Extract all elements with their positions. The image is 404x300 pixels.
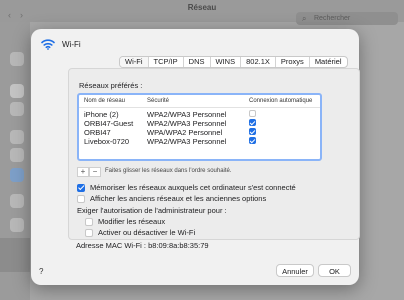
network-name: Livebox-0720: [84, 137, 130, 146]
add-network-button[interactable]: +: [77, 167, 89, 177]
sidebar-icon[interactable]: [10, 218, 24, 232]
remember-networks-label: Mémoriser les réseaux auxquels cet ordin…: [90, 183, 296, 192]
tab-tcpip[interactable]: TCP/IP: [147, 57, 183, 67]
modify-networks-option[interactable]: Modifier les réseaux: [85, 217, 165, 226]
auto-connect-checkbox[interactable]: [249, 119, 256, 126]
remember-networks-option[interactable]: Mémoriser les réseaux auxquels cet ordin…: [77, 183, 296, 192]
preferred-networks-table[interactable]: Nom de réseau Sécurité Connexion automat…: [77, 93, 322, 161]
tab-wins[interactable]: WINS: [209, 57, 241, 67]
modify-networks-label: Modifier les réseaux: [98, 217, 166, 226]
auto-connect-checkbox[interactable]: [249, 137, 256, 144]
background-footer: [0, 238, 30, 272]
mac-address: Adresse MAC Wi-Fi : b8:09:8a:b8:35:79: [76, 241, 209, 250]
search-field[interactable]: ⌕ Rechercher: [296, 12, 398, 25]
wifi-tab-panel: Réseaux préférés : Nom de réseau Sécurit…: [68, 68, 360, 240]
wifi-icon: [41, 39, 55, 50]
sidebar-wifi-icon[interactable]: [10, 84, 24, 98]
admin-authorization-label: Exiger l'autorisation de l'administrateu…: [77, 206, 227, 215]
show-legacy-label: Afficher les anciens réseaux et les anci…: [90, 194, 267, 203]
network-security: WPA2/WPA3 Personnel: [147, 119, 227, 128]
show-legacy-option[interactable]: Afficher les anciens réseaux et les anci…: [77, 194, 266, 203]
sidebar-icon[interactable]: [10, 102, 24, 116]
column-header-security[interactable]: Sécurité: [147, 98, 169, 104]
network-security: WPA2/WPA3 Personnel: [147, 110, 227, 119]
header-divider: [79, 107, 320, 108]
table-row[interactable]: Livebox-0720 WPA2/WPA3 Personnel: [79, 137, 320, 146]
sidebar-icon[interactable]: [10, 52, 24, 66]
column-header-network-name[interactable]: Nom de réseau: [84, 98, 125, 104]
sheet-header: Wi-Fi: [41, 38, 81, 50]
toggle-wifi-label: Activer ou désactiver le Wi-Fi: [98, 228, 196, 237]
auto-connect-checkbox[interactable]: [249, 110, 256, 117]
sheet-title: Wi-Fi: [62, 39, 81, 49]
column-header-auto-connect[interactable]: Connexion automatique: [249, 98, 312, 104]
table-row[interactable]: ORBI47 WPA/WPA2 Personnel: [79, 128, 320, 137]
network-name: ORBI47: [84, 128, 111, 137]
sidebar-icon[interactable]: [10, 130, 24, 144]
remember-networks-checkbox[interactable]: [77, 183, 85, 192]
back-arrow-icon[interactable]: ‹: [8, 10, 11, 20]
network-security: WPA2/WPA3 Personnel: [147, 137, 227, 146]
add-remove-controls: + −: [77, 167, 101, 177]
remove-network-button[interactable]: −: [89, 167, 101, 177]
search-placeholder: Rechercher: [314, 15, 351, 22]
network-security: WPA/WPA2 Personnel: [147, 128, 223, 137]
ok-button[interactable]: OK: [318, 264, 351, 277]
tab-wifi[interactable]: Wi-Fi: [120, 57, 148, 67]
wifi-settings-sheet: Wi-Fi Wi-Fi TCP/IP DNS WINS 802.1X Proxy…: [31, 29, 360, 285]
sidebar-icon[interactable]: [10, 148, 24, 162]
tab-proxys[interactable]: Proxys: [274, 57, 309, 67]
sidebar-bluetooth-icon[interactable]: [10, 168, 24, 182]
preferred-networks-label: Réseaux préférés :: [79, 81, 143, 90]
table-row[interactable]: ORBI47-Guest WPA2/WPA3 Personnel: [79, 119, 320, 128]
background-window-title: Réseau: [187, 3, 217, 12]
auto-connect-checkbox[interactable]: [249, 128, 256, 135]
help-button[interactable]: ?: [39, 267, 43, 276]
settings-tabs: Wi-Fi TCP/IP DNS WINS 802.1X Proxys Maté…: [119, 56, 348, 68]
sidebar-icon[interactable]: [10, 194, 24, 208]
show-legacy-checkbox[interactable]: [77, 194, 85, 203]
cancel-button[interactable]: Annuler: [276, 264, 314, 277]
search-icon: ⌕: [302, 14, 307, 23]
network-name: iPhone (2): [84, 110, 119, 119]
forward-arrow-icon[interactable]: ›: [20, 10, 23, 20]
table-row[interactable]: iPhone (2) WPA2/WPA3 Personnel: [79, 110, 320, 119]
toggle-wifi-checkbox[interactable]: [85, 228, 93, 237]
tab-dns[interactable]: DNS: [182, 57, 210, 67]
network-name: ORBI47-Guest: [84, 119, 134, 128]
modify-networks-checkbox[interactable]: [85, 217, 93, 226]
toggle-wifi-option[interactable]: Activer ou désactiver le Wi-Fi: [85, 228, 195, 237]
tab-materiel[interactable]: Matériel: [308, 57, 347, 67]
tab-8021x[interactable]: 802.1X: [240, 57, 275, 67]
drag-hint: Faites glisser les réseaux dans l'ordre …: [105, 168, 232, 174]
